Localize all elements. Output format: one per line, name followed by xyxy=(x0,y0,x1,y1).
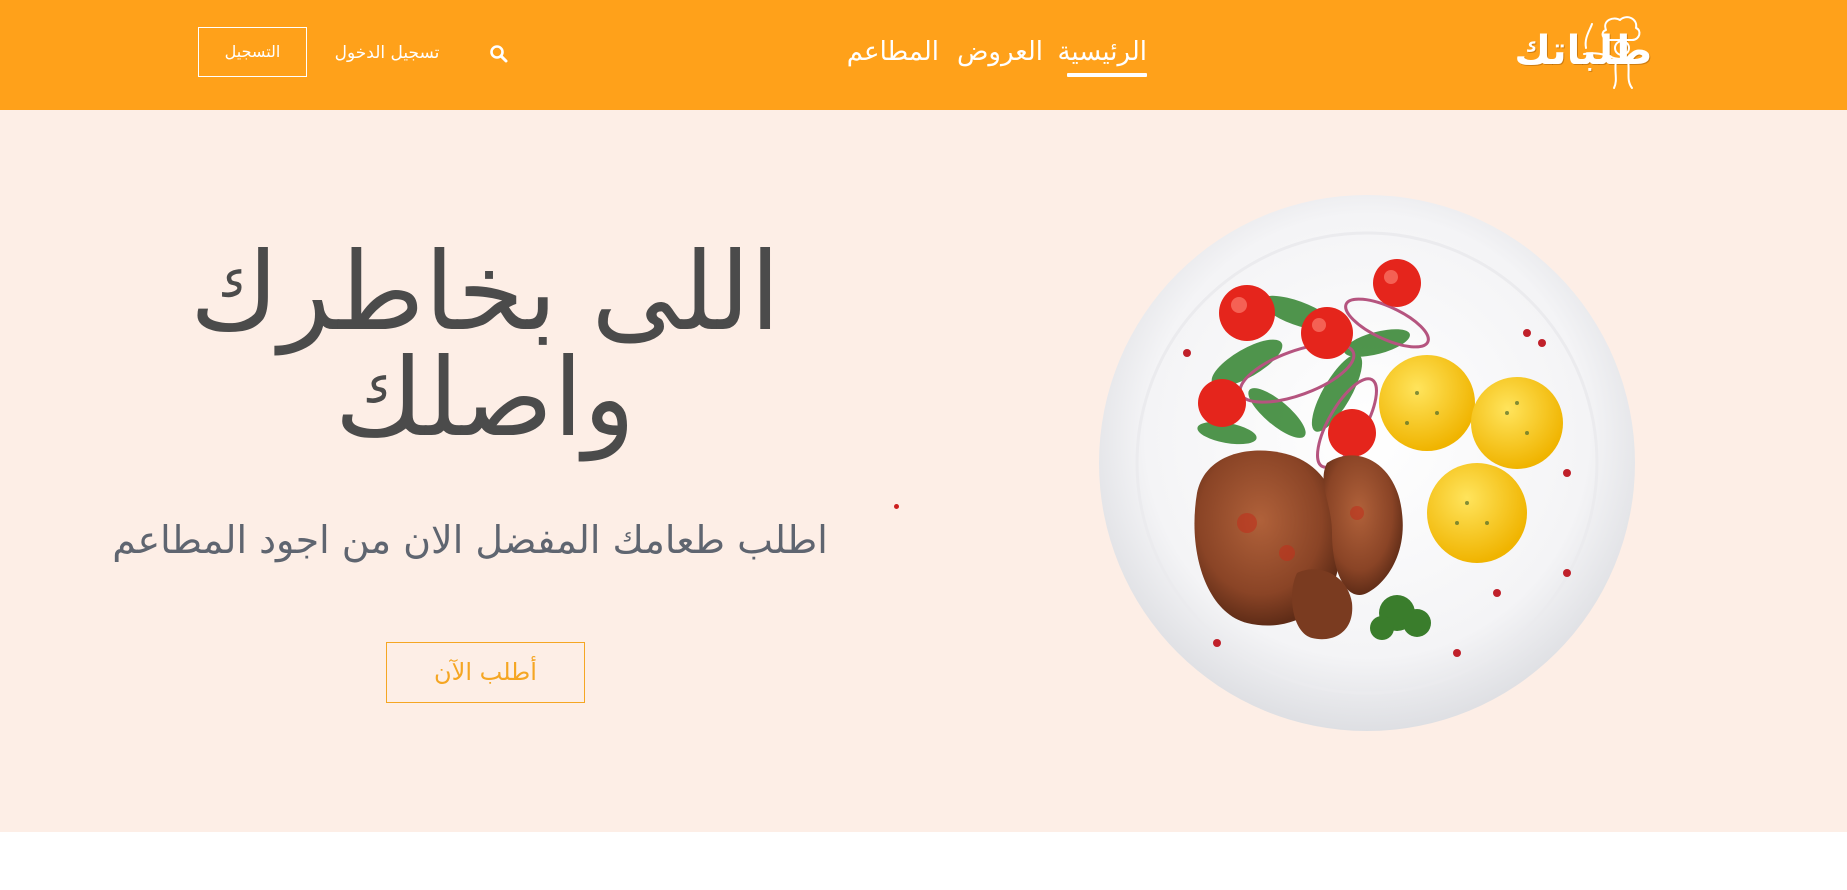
page-bottom-strip xyxy=(0,832,1847,890)
top-navbar: طلباتك الرئيسية العروض المطاعم تسجيل الد… xyxy=(0,0,1847,110)
hero-title-line-1: اللى بخاطرك xyxy=(189,230,781,355)
chef-logo-icon xyxy=(1583,16,1641,89)
login-link[interactable]: تسجيل الدخول xyxy=(332,38,442,68)
food-plate-image xyxy=(1099,195,1635,731)
hero-subtitle: اطلب طعامك المفضل الان من اجود المطاعم xyxy=(112,518,828,562)
order-now-button[interactable]: أطلب الآن xyxy=(386,642,585,703)
nav-home-link[interactable]: الرئيسية xyxy=(1057,34,1147,77)
cursor-dot xyxy=(894,504,899,509)
nav-offers-link[interactable]: العروض xyxy=(957,34,1043,74)
search-icon[interactable] xyxy=(489,44,509,64)
hero-title-line-2: واصلك xyxy=(334,336,636,461)
brand-logo[interactable]: طلباتك xyxy=(1462,14,1653,90)
nav-restaurants-link[interactable]: المطاعم xyxy=(847,34,939,74)
hero-title: اللى بخاطرك واصلك xyxy=(140,230,830,461)
hero-section: اللى بخاطرك واصلك اطلب طعامك المفضل الان… xyxy=(0,110,1847,832)
register-button[interactable]: التسجيل xyxy=(198,27,307,77)
